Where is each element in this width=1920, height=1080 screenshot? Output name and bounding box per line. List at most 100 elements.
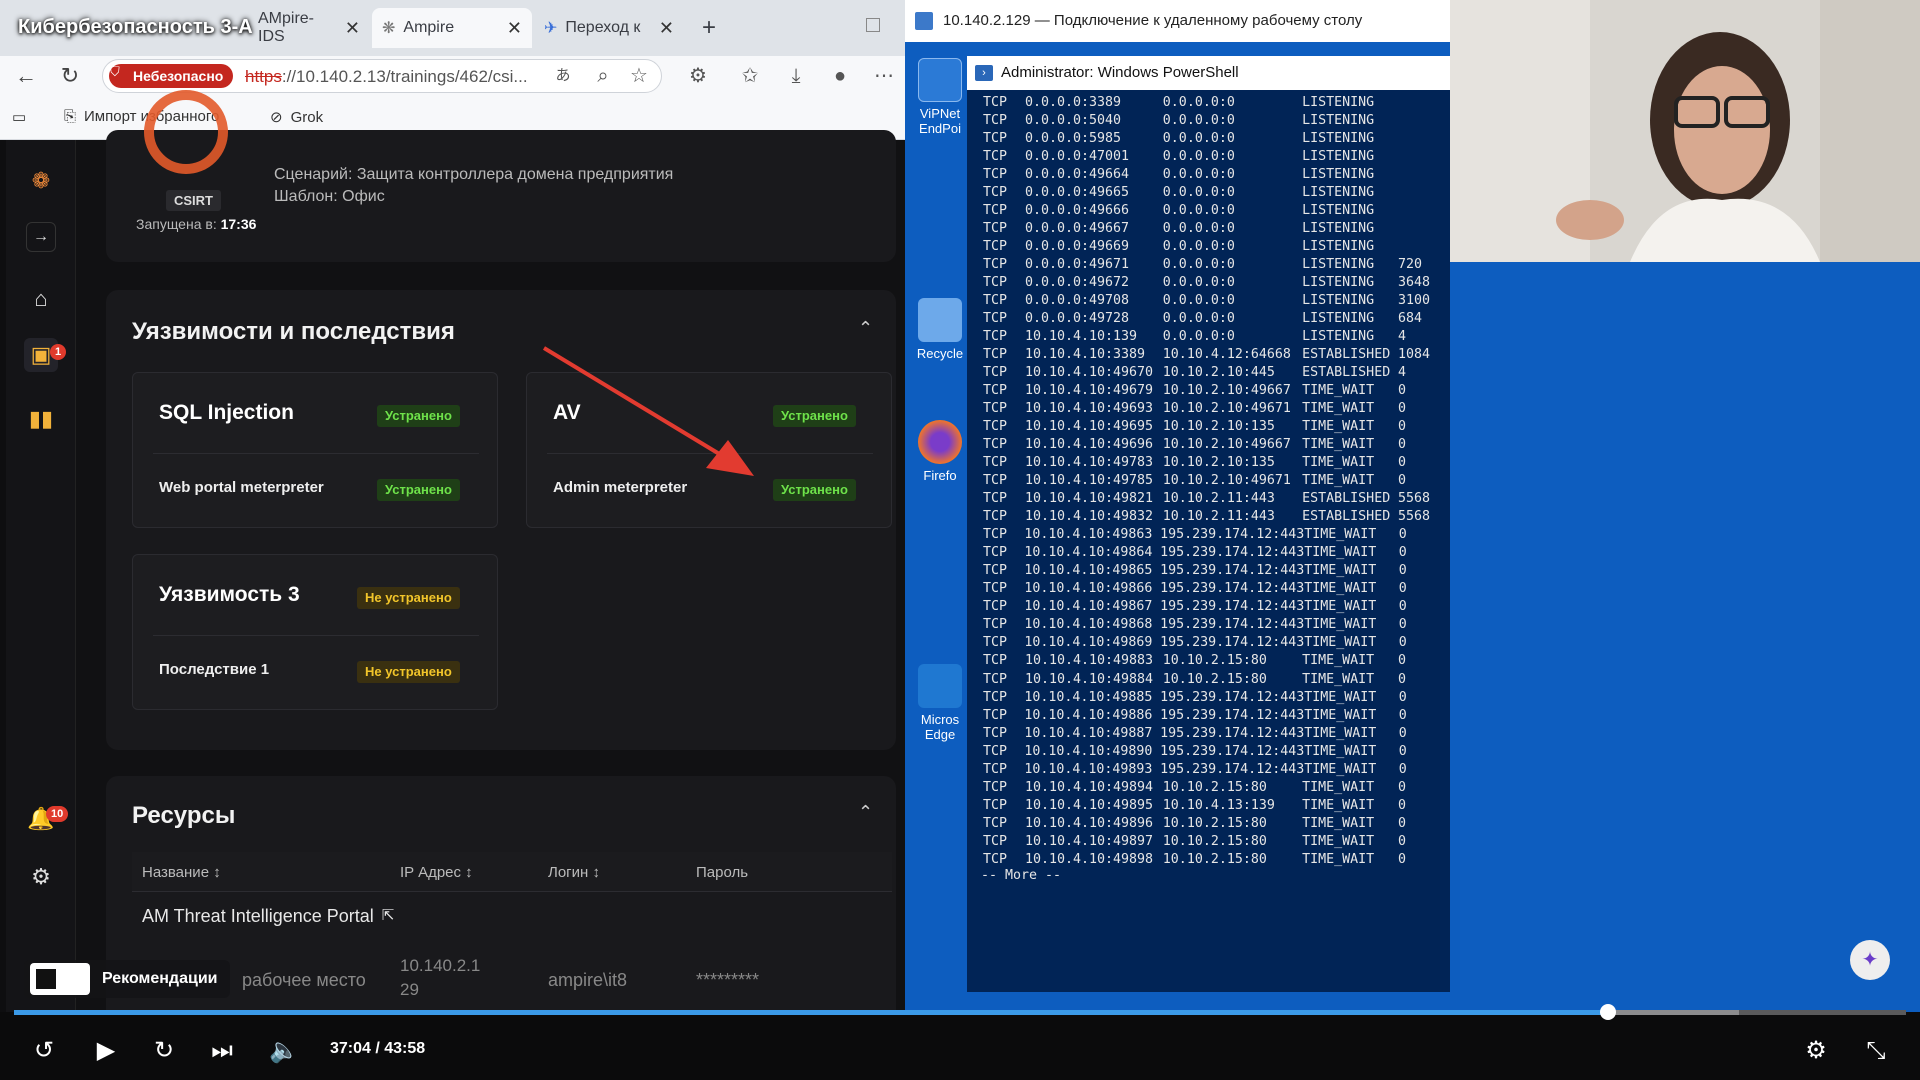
netstat-pid [1398, 184, 1443, 202]
col-password: Пароль [696, 864, 749, 881]
resource-link[interactable]: AM Threat Intelligence Portal ⇱ [142, 906, 394, 927]
powershell-window[interactable]: Administrator: Windows PowerShell › TCP 0… [967, 56, 1450, 992]
netstat-state: TIME_WAIT [1304, 743, 1377, 759]
netstat-foreign-address: 195.239.174.12:443 [1160, 599, 1305, 615]
browser-window: AMpire-IDS ✕ ❋ Ampire ✕ ✈ Переход к ✕ + … [0, 0, 905, 1012]
vipnet-icon [918, 58, 962, 102]
zoom-icon[interactable]: ⌕ [589, 62, 617, 90]
netstat-foreign-address: 0.0.0.0:0 [1162, 311, 1235, 327]
address-bar[interactable]: Небезопасно ⛉ https://10.140.2.13/traini… [102, 59, 662, 93]
library-icon[interactable]: ▮▮ [24, 402, 58, 436]
desktop-label: ViPNet EndPoi [919, 106, 961, 136]
translate-icon[interactable]: あ [549, 62, 577, 90]
netstat-local-address: 10.10.4.10:49863 [1024, 527, 1153, 543]
address-row: ← ↻ Небезопасно ⛉ https://10.140.2.13/tr… [0, 56, 905, 96]
exit-fullscreen-icon[interactable]: ⤡ [1858, 1035, 1894, 1067]
netstat-row: TCP 10.10.4.10:49821 10.10.2.11:443 ESTABLI… [983, 490, 1443, 508]
netstat-proto: TCP [983, 833, 1008, 849]
powershell-titlebar[interactable]: Administrator: Windows PowerShell [967, 56, 1450, 90]
col-ip[interactable]: IP Адрес ↕ [400, 864, 473, 881]
extensions-icon[interactable]: ⚙ [684, 62, 712, 90]
new-tab-button[interactable]: + [692, 8, 722, 48]
netstat-local-address: 10.10.4.10:49898 [1024, 851, 1154, 867]
tab-transition[interactable]: ✈ Переход к ✕ [534, 8, 684, 48]
netstat-proto: TCP [983, 437, 1008, 453]
vuln-title: Уязвимость 3 [159, 583, 300, 606]
app-logo-icon[interactable]: ❁ [24, 164, 58, 198]
settings-hd-icon[interactable]: ⚙ [1798, 1035, 1834, 1067]
col-name[interactable]: Название ↕ [142, 864, 221, 881]
netstat-proto: TCP [983, 113, 1008, 129]
grok-icon: ⊘ [270, 109, 283, 126]
netstat-row: TCP 10.10.4.10:49670 10.10.2.10:445 ESTABLI… [983, 364, 1443, 382]
collapse-chevron-icon[interactable]: ⌃ [858, 802, 873, 823]
volume-icon[interactable]: 🔈 [266, 1035, 302, 1067]
forward-10-icon[interactable]: ↻ [146, 1035, 182, 1067]
next-icon[interactable]: ⏭ [204, 1035, 240, 1067]
netstat-pid: 1084 [1398, 347, 1431, 363]
netstat-row: TCP 0.0.0.0:5985 0.0.0.0:0 LISTENING [983, 130, 1443, 148]
powershell-icon: › [975, 65, 993, 81]
rewind-10-icon[interactable]: ↺ [26, 1035, 62, 1067]
netstat-row: TCP 10.10.4.10:139 0.0.0.0:0 LISTENING 4 [983, 328, 1443, 346]
netstat-foreign-address: 0.0.0.0:0 [1162, 203, 1235, 219]
tab-ampire[interactable]: ❋ Ampire ✕ [372, 8, 532, 48]
vuln-card-sql[interactable]: SQL Injection Устранено Web portal meter… [132, 372, 498, 528]
notifications-badge: 10 [46, 806, 69, 822]
external-link-icon[interactable]: ⇱ [382, 906, 395, 927]
netstat-pid: 0 [1398, 689, 1407, 705]
netstat-foreign-address: 0.0.0.0:0 [1162, 131, 1235, 147]
close-icon[interactable]: ✕ [507, 18, 522, 39]
favorite-star-icon[interactable]: ☆ [625, 62, 653, 90]
collapse-chevron-icon[interactable]: ⌃ [858, 318, 873, 339]
expand-arrow-icon[interactable]: → [26, 222, 56, 252]
netstat-proto: TCP [983, 455, 1008, 471]
home-icon[interactable]: ⌂ [24, 282, 58, 316]
netstat-state: TIME_WAIT [1302, 401, 1375, 417]
back-icon[interactable]: ← [12, 62, 40, 90]
close-icon[interactable]: ✕ [659, 18, 674, 39]
bookmark-grok[interactable]: ⊘ Grok [270, 108, 324, 127]
desktop-icon-recycle[interactable]: Recycle [905, 298, 975, 361]
tab-actions-icon[interactable]: ▭ [12, 108, 26, 126]
reload-icon[interactable]: ↻ [56, 62, 84, 90]
desktop-icon-vipnet[interactable]: ViPNet EndPoi [905, 58, 975, 136]
netstat-local-address: 10.10.4.10:49821 [1024, 491, 1154, 507]
netstat-foreign-address: 195.239.174.12:443 [1160, 725, 1305, 741]
netstat-foreign-address: 0.0.0.0:0 [1162, 113, 1235, 129]
more-menu-icon[interactable]: ⋯ [870, 62, 898, 90]
security-badge[interactable]: Небезопасно [109, 64, 234, 88]
profile-icon[interactable]: ● [826, 62, 854, 90]
netstat-state: TIME_WAIT [1304, 545, 1377, 561]
downloads-icon[interactable]: ⤓ [782, 62, 810, 90]
bookmark-label: Grok [290, 108, 324, 126]
vuln-title: SQL Injection [159, 401, 294, 424]
netstat-foreign-address: 10.10.2.10:49667 [1162, 437, 1291, 453]
close-icon[interactable]: ✕ [345, 18, 360, 39]
favorites-icon[interactable]: ✩ [736, 62, 764, 90]
tab-label: Переход к [565, 19, 641, 36]
vuln-card-3[interactable]: Уязвимость 3 Не устранено Последствие 1 … [132, 554, 498, 710]
status-badge: Устранено [377, 479, 460, 501]
rdp-titlebar[interactable]: 10.140.2.129 — Подключение к удаленному … [905, 0, 1450, 42]
netstat-proto: TCP [983, 239, 1008, 255]
netstat-row: TCP 10.10.4.10:49898 10.10.2.15:80 TIME_WAI… [983, 851, 1443, 869]
netstat-foreign-address: 0.0.0.0:0 [1162, 275, 1235, 291]
desktop-icon-edge[interactable]: Micros Edge [905, 664, 975, 742]
netstat-state: TIME_WAIT [1304, 599, 1377, 615]
col-login[interactable]: Логин ↕ [548, 864, 600, 881]
assistant-bird-icon[interactable]: ✦ [1850, 940, 1890, 980]
url-path: ://10.140.2.13/trainings/462/csi... [281, 67, 528, 86]
more-prompt: -- More -- [981, 868, 1062, 883]
netstat-local-address: 10.10.4.10:49670 [1024, 365, 1154, 381]
netstat-row: TCP 10.10.4.10:49885 195.239.174.12:443 TIM… [983, 689, 1443, 707]
maximize-icon[interactable] [866, 18, 880, 32]
desktop-icon-firefox[interactable]: Firefo [905, 420, 975, 483]
netstat-foreign-address: 195.239.174.12:443 [1160, 617, 1305, 633]
rdp-icon [915, 12, 933, 30]
recommendations-button[interactable]: Рекомендации [24, 960, 230, 998]
netstat-state: LISTENING [1302, 329, 1375, 345]
settings-gear-icon[interactable]: ⚙ [24, 860, 58, 894]
netstat-state: ESTABLISHED [1302, 509, 1391, 525]
play-icon[interactable]: ▶ [88, 1035, 124, 1067]
